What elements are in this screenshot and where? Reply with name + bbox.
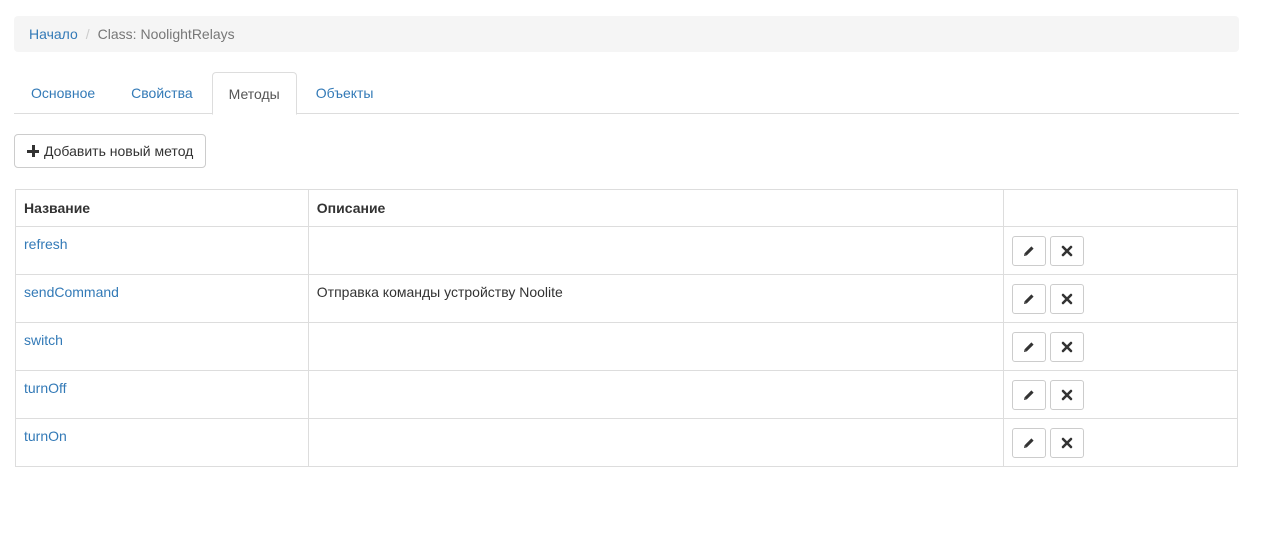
edit-button[interactable] xyxy=(1012,236,1047,266)
tab-bar: Основное Свойства Методы Объекты xyxy=(14,72,1239,115)
add-method-button[interactable]: Добавить новый метод xyxy=(14,134,207,168)
delete-button[interactable] xyxy=(1050,332,1085,362)
breadcrumb-home-link[interactable]: Начало xyxy=(29,26,78,42)
row-actions xyxy=(1012,428,1229,458)
delete-button[interactable] xyxy=(1050,284,1085,314)
actions-cell xyxy=(1003,418,1238,467)
table-header-row: Название Описание xyxy=(15,189,1238,227)
edit-button[interactable] xyxy=(1012,284,1047,314)
method-description-cell xyxy=(307,226,1005,275)
tab-objects[interactable]: Объекты xyxy=(299,72,391,114)
edit-button[interactable] xyxy=(1012,380,1047,410)
column-header-name: Название xyxy=(15,189,309,227)
method-name-link[interactable]: switch xyxy=(24,332,63,348)
method-description-cell xyxy=(307,418,1005,467)
breadcrumb: Начало / Class: NoolightRelays xyxy=(14,16,1239,52)
tab-properties[interactable]: Свойства xyxy=(114,72,209,114)
tab-main[interactable]: Основное xyxy=(14,72,112,114)
method-description-cell xyxy=(307,322,1005,371)
delete-button[interactable] xyxy=(1050,380,1085,410)
table-row: sendCommand Отправка команды устройству N… xyxy=(15,274,1238,323)
close-icon xyxy=(1061,245,1073,257)
row-actions xyxy=(1012,332,1229,362)
breadcrumb-current: Class: NoolightRelays xyxy=(97,26,235,42)
pencil-icon xyxy=(1023,389,1035,401)
breadcrumb-separator: / xyxy=(85,26,90,42)
actions-cell xyxy=(1003,226,1238,275)
row-actions xyxy=(1012,380,1229,410)
table-row: turnOn xyxy=(15,418,1238,467)
method-name-link[interactable]: sendCommand xyxy=(24,284,119,300)
column-header-description: Описание xyxy=(307,189,1005,227)
edit-button[interactable] xyxy=(1012,428,1047,458)
add-method-label: Добавить новый метод xyxy=(44,143,194,159)
pencil-icon xyxy=(1023,341,1035,353)
pencil-icon xyxy=(1023,245,1035,257)
method-name-cell: switch xyxy=(15,322,309,371)
method-description-cell xyxy=(307,370,1005,419)
close-icon xyxy=(1061,437,1073,449)
actions-cell xyxy=(1003,370,1238,419)
plus-icon xyxy=(27,145,39,157)
actions-cell xyxy=(1003,274,1238,323)
pencil-icon xyxy=(1023,293,1035,305)
table-row: turnOff xyxy=(15,370,1238,419)
method-description-cell: Отправка команды устройству Noolite xyxy=(307,274,1005,323)
method-name-cell: refresh xyxy=(15,226,309,275)
methods-table: Название Описание refresh sendCommand Отпр… xyxy=(15,189,1238,467)
method-name-cell: sendCommand xyxy=(15,274,309,323)
tab-methods[interactable]: Методы xyxy=(211,72,297,115)
row-actions xyxy=(1012,236,1229,266)
edit-button[interactable] xyxy=(1012,332,1047,362)
table-row: switch xyxy=(15,322,1238,371)
delete-button[interactable] xyxy=(1050,236,1085,266)
method-name-link[interactable]: turnOn xyxy=(24,428,67,444)
row-actions xyxy=(1012,284,1229,314)
method-name-cell: turnOff xyxy=(15,370,309,419)
method-name-cell: turnOn xyxy=(15,418,309,467)
column-header-actions xyxy=(1003,189,1238,227)
actions-cell xyxy=(1003,322,1238,371)
delete-button[interactable] xyxy=(1050,428,1085,458)
close-icon xyxy=(1061,341,1073,353)
method-name-link[interactable]: turnOff xyxy=(24,380,67,396)
table-row: refresh xyxy=(15,226,1238,275)
pencil-icon xyxy=(1023,437,1035,449)
method-name-link[interactable]: refresh xyxy=(24,236,68,252)
close-icon xyxy=(1061,389,1073,401)
close-icon xyxy=(1061,293,1073,305)
